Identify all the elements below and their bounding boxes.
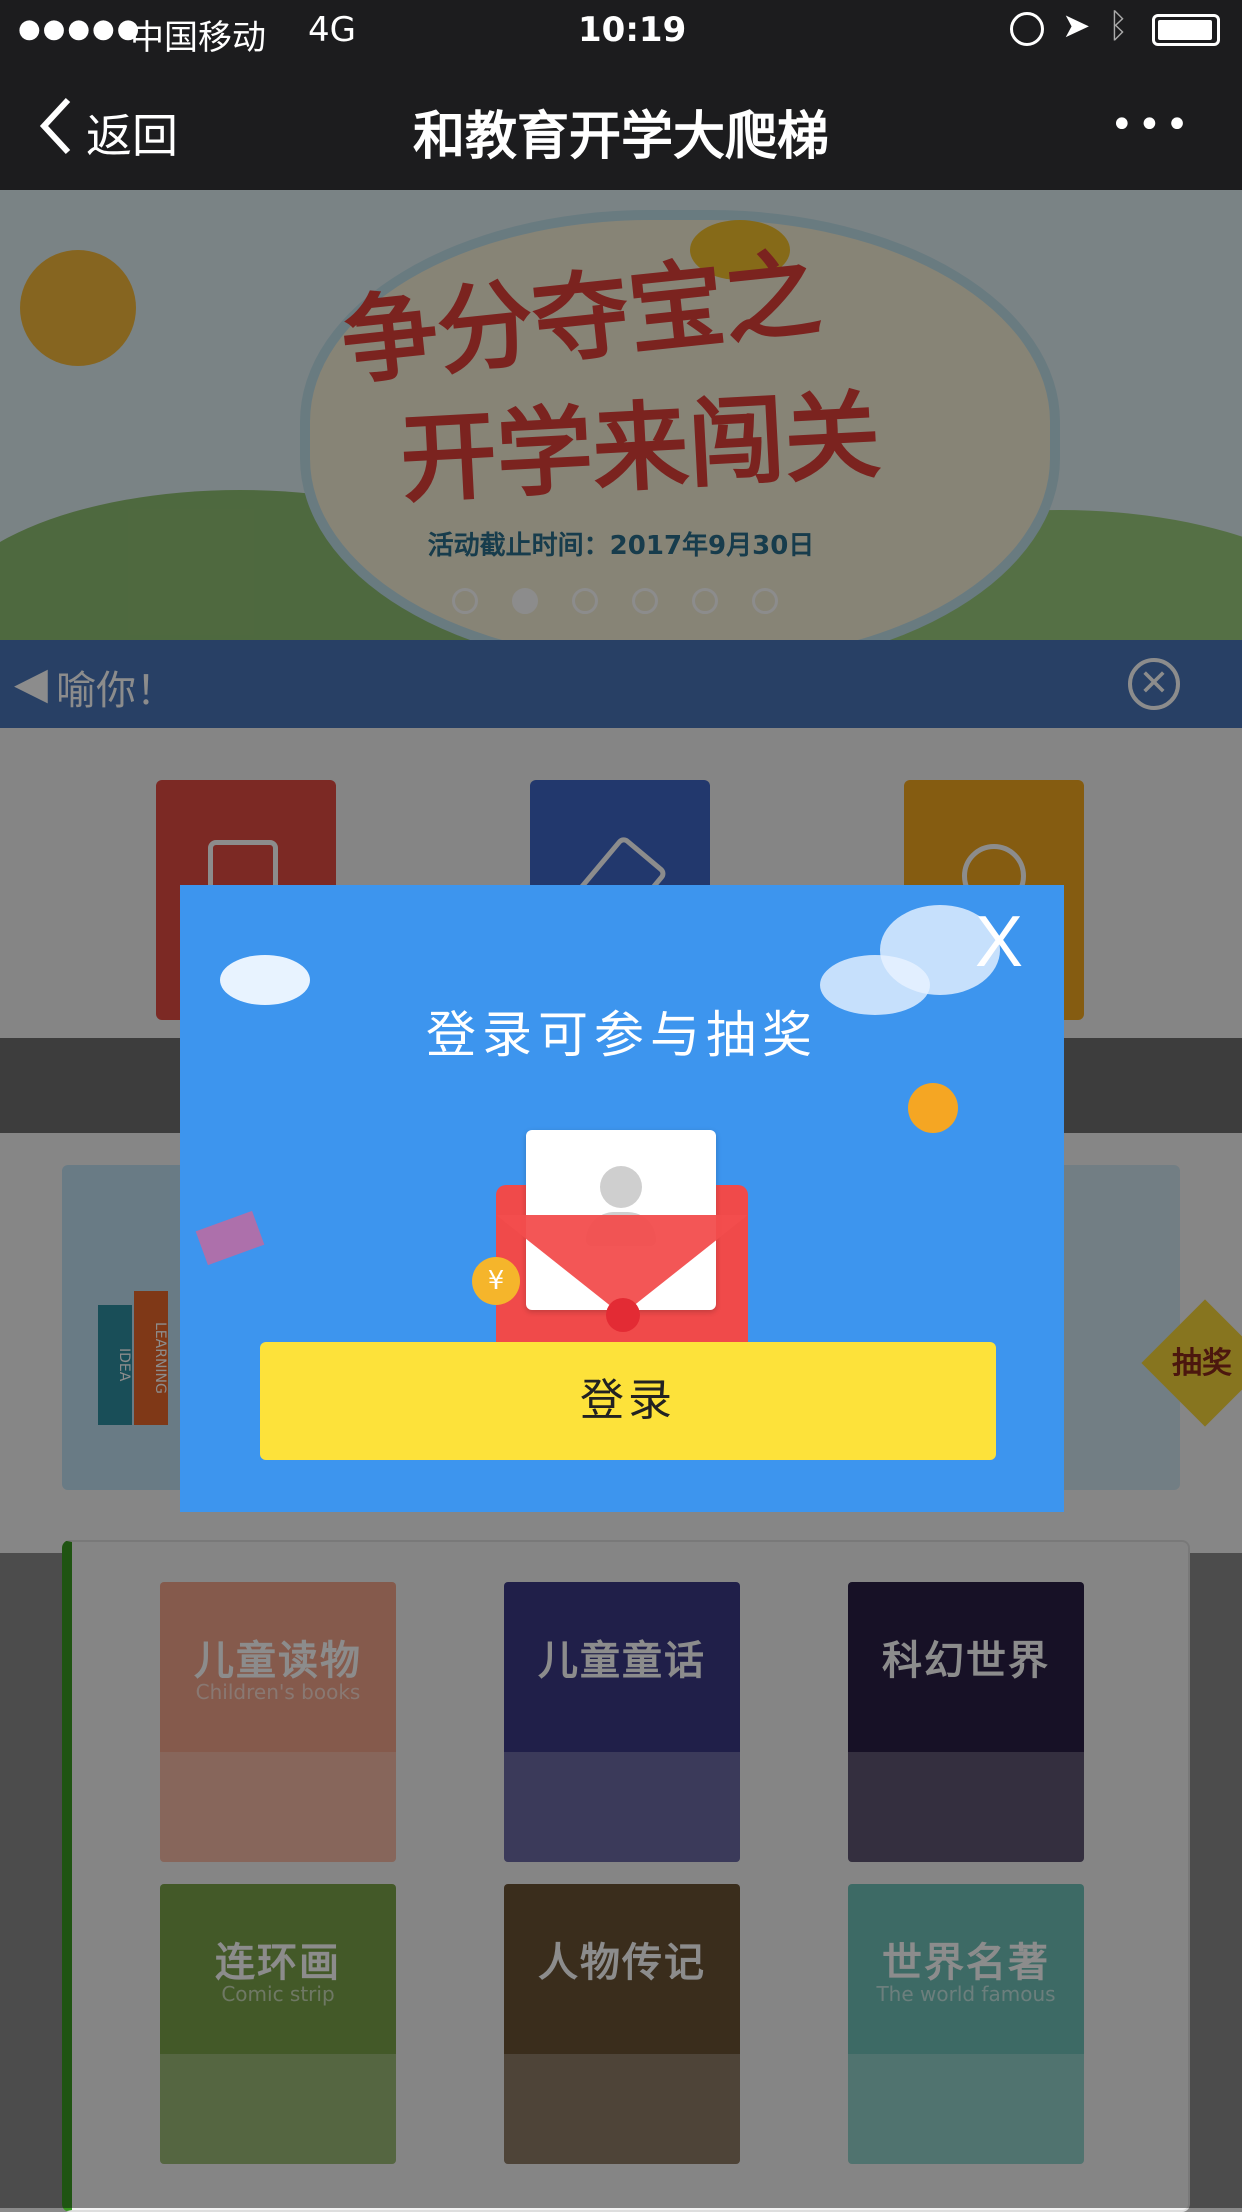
time-label: 10:19 [578, 10, 687, 50]
network-label: 4G [308, 10, 356, 50]
bluetooth-icon: ᛒ [1108, 6, 1129, 46]
battery-icon [1152, 14, 1220, 46]
ribbon-graphic [195, 1210, 265, 1266]
orientation-lock-icon [1010, 12, 1044, 46]
more-button[interactable]: ••• [1110, 102, 1210, 152]
location-icon: ➤ [1062, 6, 1091, 46]
signal-dots-icon: ●●●●● [18, 14, 142, 44]
carrier-label: 中国移动 [130, 18, 266, 58]
coin-icon [908, 1083, 958, 1133]
login-modal: 登录可参与抽奖 X ¥ 登录 [180, 885, 1064, 1512]
modal-close-button[interactable]: X [964, 906, 1034, 978]
page-title: 和教育开学大爬梯 [412, 107, 829, 167]
status-bar: ●●●●● 中国移动 4G 10:19 ➤ ᛒ [0, 0, 1242, 62]
coin-icon: ¥ [472, 1257, 520, 1305]
modal-title: 登录可参与抽奖 [426, 1006, 818, 1064]
nav-bar: 返回 和教育开学大爬梯 ••• [0, 62, 1242, 190]
envelope-seal-icon [606, 1298, 640, 1332]
more-icon: ••• [1110, 102, 1193, 148]
login-button[interactable]: 登录 [260, 1342, 996, 1460]
